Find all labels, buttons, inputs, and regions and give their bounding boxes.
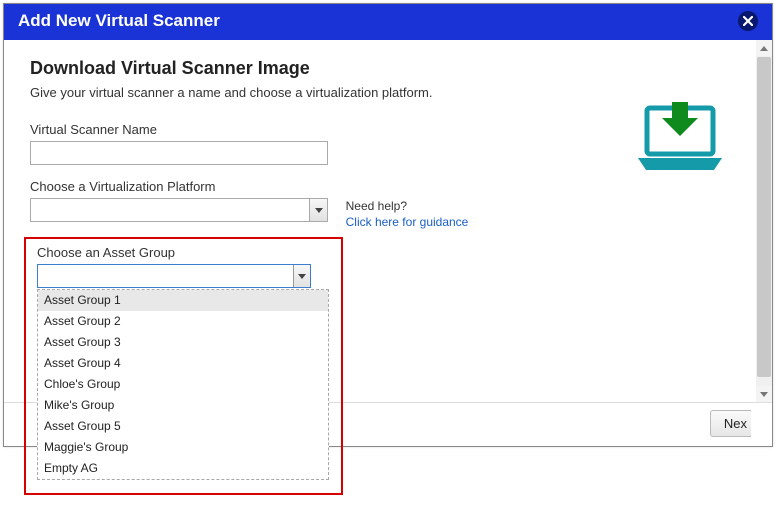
close-button[interactable] xyxy=(738,11,758,31)
scanner-name-input[interactable] xyxy=(30,141,328,165)
dialog: Add New Virtual Scanner Download Virtual… xyxy=(3,3,773,447)
next-button[interactable]: Nex xyxy=(710,410,751,437)
asset-group-arrow[interactable] xyxy=(293,265,310,287)
chevron-up-icon xyxy=(760,46,768,51)
platform-row: Choose a Virtualization Platform Need he… xyxy=(30,179,746,230)
scroll-down-button[interactable] xyxy=(756,386,772,402)
scrollbar[interactable] xyxy=(756,40,772,402)
asset-group-option[interactable]: Maggie's Group xyxy=(38,437,328,458)
chevron-down-icon xyxy=(760,392,768,397)
scroll-thumb[interactable] xyxy=(757,57,771,377)
dialog-title: Add New Virtual Scanner xyxy=(18,11,220,31)
platform-select[interactable] xyxy=(30,198,328,222)
asset-group-option[interactable]: Asset Group 3 xyxy=(38,332,328,353)
page-subtitle: Give your virtual scanner a name and cho… xyxy=(30,85,746,100)
scroll-up-button[interactable] xyxy=(756,40,772,56)
asset-group-dropdown: Asset Group 1Asset Group 2Asset Group 3A… xyxy=(37,289,329,480)
asset-group-option[interactable]: Asset Group 1 xyxy=(38,290,328,311)
asset-group-option[interactable]: Mike's Group xyxy=(38,395,328,416)
help-block: Need help? Click here for guidance xyxy=(346,198,469,230)
help-question: Need help? xyxy=(346,198,469,214)
chevron-down-icon xyxy=(315,208,323,213)
asset-group-option[interactable]: Asset Group 4 xyxy=(38,353,328,374)
asset-group-option[interactable]: Asset Group 2 xyxy=(38,311,328,332)
titlebar: Add New Virtual Scanner xyxy=(4,4,772,40)
chevron-down-icon xyxy=(298,274,306,279)
asset-group-option[interactable]: Chloe's Group xyxy=(38,374,328,395)
asset-group-label: Choose an Asset Group xyxy=(37,245,311,260)
help-link[interactable]: Click here for guidance xyxy=(346,215,469,229)
close-icon xyxy=(743,16,753,26)
asset-group-input[interactable] xyxy=(37,264,311,288)
platform-label: Choose a Virtualization Platform xyxy=(30,179,746,194)
download-image-icon xyxy=(634,100,726,175)
asset-group-option[interactable]: Asset Group 5 xyxy=(38,416,328,437)
asset-group-option[interactable]: Empty AG xyxy=(38,458,328,479)
asset-group-block: Choose an Asset Group Asset Group 1Asset… xyxy=(37,245,311,288)
dialog-body: Download Virtual Scanner Image Give your… xyxy=(4,40,772,402)
page-title: Download Virtual Scanner Image xyxy=(30,58,746,79)
platform-select-arrow[interactable] xyxy=(309,199,327,221)
